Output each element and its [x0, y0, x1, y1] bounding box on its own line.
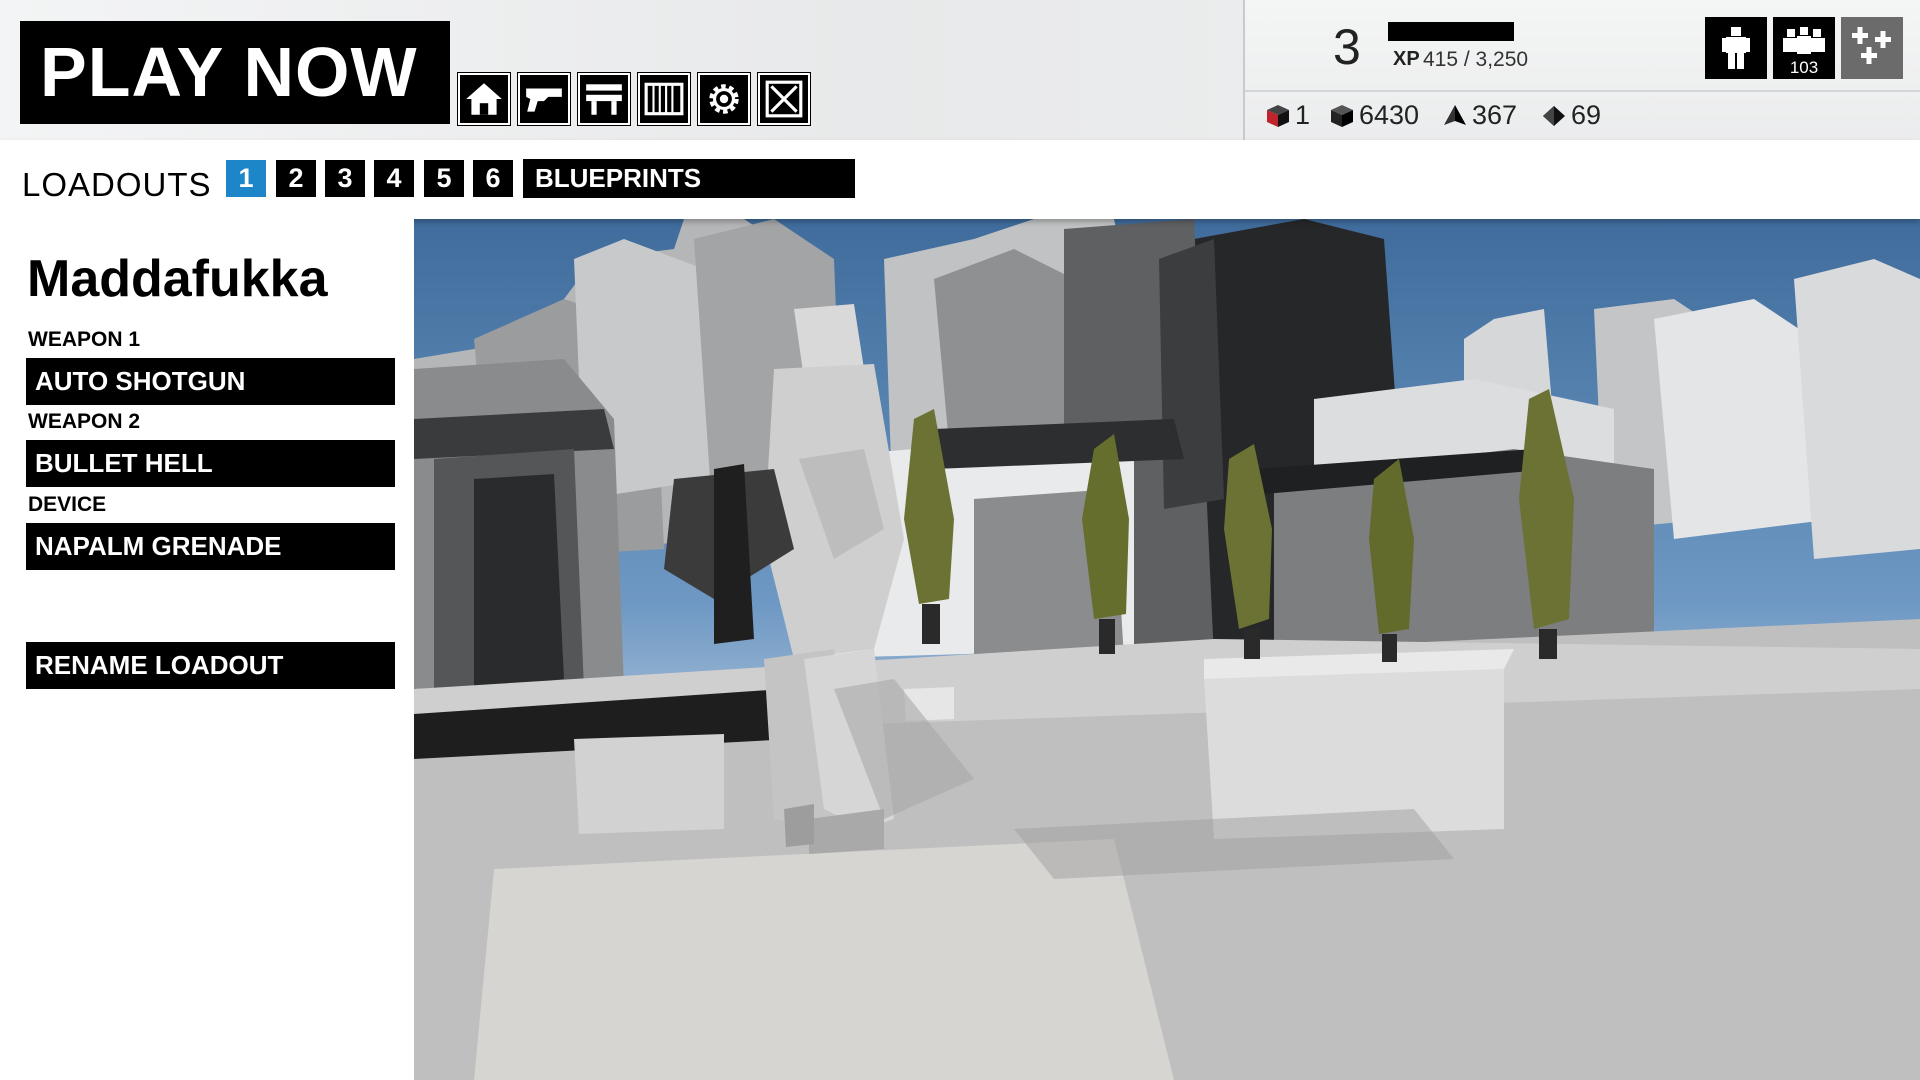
player-stats-panel: 3 XP 415 / 3,250 1 6430 367 69 103 [1243, 0, 1920, 140]
weapon1-label: WEAPON 1 [28, 328, 141, 351]
settings-icon [709, 84, 739, 114]
currency-cubes: 6430 [1329, 100, 1419, 131]
currency-value: 367 [1472, 100, 1518, 130]
squad-button[interactable]: 103 [1773, 17, 1835, 79]
inventory-button[interactable] [637, 72, 691, 126]
loadout-slot-1[interactable]: 1 [226, 160, 266, 197]
weapon2-label: WEAPON 2 [28, 410, 141, 433]
top-bar: PLAY NOW 3 XP 415 / 3,250 1 6430 367 69 … [0, 0, 1920, 140]
soldier-icon [1722, 27, 1750, 69]
loadout-slot-4[interactable]: 4 [374, 160, 414, 197]
home-icon [466, 83, 502, 115]
cube-icon [1331, 104, 1353, 127]
xp-label: XP [1393, 48, 1420, 70]
xp-value: 415 / 3,250 [1423, 48, 1529, 71]
exit-button[interactable] [757, 72, 811, 126]
blueprints-button[interactable]: BLUEPRINTS [523, 159, 855, 198]
weapons-button[interactable] [517, 72, 571, 126]
currency-pyramids: 367 [1442, 100, 1517, 131]
red-cube-icon [1267, 104, 1289, 127]
workbench-icon [586, 84, 622, 115]
squad-count: 103 [1789, 58, 1819, 77]
home-button[interactable] [457, 72, 511, 126]
play-now-button[interactable]: PLAY NOW [20, 21, 450, 124]
loadout-slot-5[interactable]: 5 [424, 160, 464, 197]
weapon-icon [526, 88, 562, 112]
stats-divider [1245, 90, 1920, 92]
loadouts-bar: LOADOUTS 1 2 3 4 5 6 BLUEPRINTS [0, 140, 1920, 219]
settings-button[interactable] [697, 72, 751, 126]
city-rooftop-render [414, 219, 1920, 1080]
weapon1-select[interactable]: AUTO SHOTGUN [26, 358, 395, 405]
inventory-icon [644, 82, 684, 116]
add-squad-icon [1852, 27, 1891, 64]
game-menu-screen: PLAY NOW 3 XP 415 / 3,250 1 6430 367 69 … [0, 0, 1920, 1080]
workbench-button[interactable] [577, 72, 631, 126]
currency-value: 69 [1571, 100, 1602, 130]
exit-icon [765, 80, 803, 118]
soldier-button[interactable] [1705, 17, 1767, 79]
device-select[interactable]: NAPALM GRENADE [26, 523, 395, 570]
device-label: DEVICE [28, 493, 107, 516]
loadouts-label: LOADOUTS [22, 166, 212, 203]
loadout-panel: Maddafukka WEAPON 1 AUTO SHOTGUN WEAPON … [0, 219, 414, 1080]
weapon2-select[interactable]: BULLET HELL [26, 440, 395, 487]
currency-red-cubes: 1 [1265, 100, 1310, 131]
player-name-redacted [1388, 22, 1514, 41]
currency-diamonds: 69 [1541, 100, 1601, 131]
player-level: 3 [1333, 19, 1361, 75]
loadout-name: Maddafukka [27, 250, 328, 308]
pyramid-icon [1444, 104, 1466, 125]
currency-value: 1 [1295, 100, 1311, 130]
loadout-slot-2[interactable]: 2 [276, 160, 316, 197]
currency-value: 6430 [1359, 100, 1420, 130]
diamond-icon [1543, 105, 1565, 126]
rename-loadout-button[interactable]: RENAME LOADOUT [26, 642, 395, 689]
add-squad-button[interactable] [1841, 17, 1903, 79]
loadout-slot-6[interactable]: 6 [473, 160, 513, 197]
character-preview-scene [414, 219, 1920, 1080]
loadout-slot-3[interactable]: 3 [325, 160, 365, 197]
